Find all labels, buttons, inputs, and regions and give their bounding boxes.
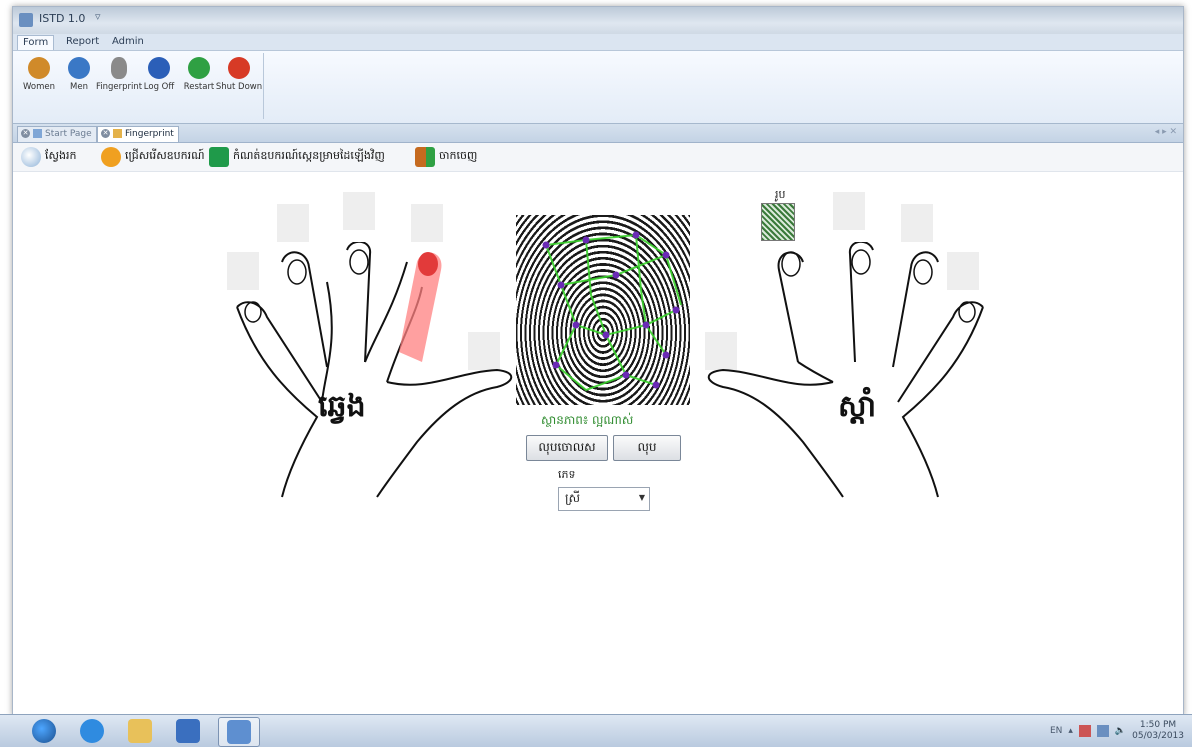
language-indicator[interactable]: EN xyxy=(1050,726,1062,736)
taskbar-explorer[interactable] xyxy=(120,717,160,745)
left-hand-illustration xyxy=(236,242,513,498)
tab-fingerprint-label: Fingerprint xyxy=(125,129,174,139)
volume-icon[interactable]: 🔈 xyxy=(1115,726,1126,736)
minutiae-overlay xyxy=(542,231,682,392)
istd-app-icon xyxy=(227,720,251,744)
tab-start-page-label: Start Page xyxy=(45,129,92,139)
chevron-down-icon: ▼ xyxy=(638,493,645,502)
gender-select[interactable]: ស្រី ▼ xyxy=(558,487,650,511)
network-icon[interactable] xyxy=(1096,725,1109,737)
ribbon-body: Women Men Fingerprint Log Off Restart Sh… xyxy=(13,51,1183,124)
left-ring-finger-slot[interactable] xyxy=(277,204,309,242)
left-middle-finger-slot[interactable] xyxy=(343,192,375,230)
app-icon xyxy=(19,13,33,27)
gender-label: ភេទ xyxy=(558,468,576,481)
tab-start-page[interactable]: ✕ Start Page xyxy=(17,126,97,142)
scan-status-text: ស្ថានភាព៖ ល្អណាស់ xyxy=(541,413,634,427)
document-tabs: ✕ Start Page ✕ Fingerprint ◂ ▸ ✕ xyxy=(13,124,1183,143)
rescan-button[interactable]: លុបចោលស xyxy=(526,435,608,461)
taskbar: EN ▴ 🔈 1:50 PM 05/03/2013 xyxy=(0,714,1192,747)
shut-down-button-label: Shut Down xyxy=(215,82,263,92)
ribbon-group-form: Women Men Fingerprint Log Off Restart Sh… xyxy=(15,53,264,119)
tray-expand-icon[interactable]: ▴ xyxy=(1068,726,1073,736)
search-button[interactable]: ស្វែងរក xyxy=(21,146,76,168)
title-bar: ISTD 1.0 ▿ xyxy=(13,7,1183,35)
refresh-icon xyxy=(101,147,121,167)
start-page-icon xyxy=(33,129,42,138)
fingerprint-icon xyxy=(111,57,127,79)
selected-fingertip-icon xyxy=(418,252,438,276)
select-device-button[interactable]: ជ្រើសរើសឧបករណ៍ xyxy=(101,146,205,168)
app-window: ISTD 1.0 ▿ Form Report Admin Women Men F… xyxy=(12,6,1184,716)
clock-date: 05/03/2013 xyxy=(1132,731,1184,741)
taskbar-ie[interactable] xyxy=(72,717,112,745)
ribbon-tab-report[interactable]: Report xyxy=(61,35,104,49)
folder-icon xyxy=(128,719,152,743)
tab-navigation[interactable]: ◂ ▸ ✕ xyxy=(1155,127,1177,137)
person-photo[interactable] xyxy=(761,203,795,241)
shut-down-button[interactable]: Shut Down xyxy=(216,57,262,92)
select-device-label: ជ្រើសរើសឧបករណ៍ xyxy=(125,149,205,162)
ribbon-tabs: Form Report Admin xyxy=(13,34,1183,51)
left-index-finger-slot[interactable] xyxy=(411,204,443,242)
reset-scanner-label: កំណត់ឧបករណ៍ស្កេនម្រាមដៃឡើងវិញ xyxy=(233,149,385,162)
windows-logo-icon xyxy=(32,719,56,743)
right-ring-finger-slot[interactable] xyxy=(901,204,933,242)
internet-explorer-icon xyxy=(80,719,104,743)
fingerprint-panel: ឆ្វេង ស្តាំ ស្ថានភាព៖ ល្អណាស់ លុបចោលស លុ… xyxy=(13,172,1183,715)
search-button-label: ស្វែងរក xyxy=(45,149,77,162)
taskbar-media-player[interactable] xyxy=(168,717,208,745)
exit-button-label: ចាកចេញ xyxy=(439,149,478,162)
woman-user-icon xyxy=(28,57,50,79)
search-icon xyxy=(21,147,41,167)
clock-time: 1:50 PM xyxy=(1139,720,1177,730)
photo-label: រូប xyxy=(775,188,786,201)
log-off-icon xyxy=(148,57,170,79)
fingerprint-tab-icon xyxy=(113,129,122,138)
reset-scanner-button[interactable]: កំណត់ឧបករណ៍ស្កេនម្រាមដៃឡើងវិញ xyxy=(209,146,385,168)
restart-icon xyxy=(188,57,210,79)
man-user-icon xyxy=(68,57,90,79)
exit-button[interactable]: ចាកចេញ xyxy=(415,146,477,168)
clock[interactable]: 1:50 PM 05/03/2013 xyxy=(1132,720,1184,742)
reset-icon xyxy=(209,147,229,167)
fingerprint-scan-image xyxy=(516,215,690,405)
toolbar: ស្វែងរក ជ្រើសរើសឧបករណ៍ កំណត់ឧបករណ៍ស្កេនម… xyxy=(13,143,1183,172)
window-title: ISTD 1.0 xyxy=(39,12,86,25)
ribbon-tab-form[interactable]: Form xyxy=(17,35,55,50)
taskbar-istd-app[interactable] xyxy=(218,717,260,747)
right-hand-illustration xyxy=(707,242,984,498)
flag-icon[interactable] xyxy=(1078,725,1091,737)
media-player-icon xyxy=(176,719,200,743)
exit-icon xyxy=(415,147,435,167)
ribbon-tab-admin[interactable]: Admin xyxy=(107,35,149,49)
start-button[interactable] xyxy=(24,717,64,745)
left-hand-label: ឆ្វេង xyxy=(318,389,366,424)
close-tab-icon[interactable]: ✕ xyxy=(101,129,110,138)
system-tray: EN ▴ 🔈 1:50 PM 05/03/2013 xyxy=(1050,719,1184,743)
tab-fingerprint[interactable]: ✕ Fingerprint xyxy=(97,126,179,142)
delete-button[interactable]: លុប xyxy=(613,435,681,461)
right-hand-label: ស្តាំ xyxy=(838,389,877,424)
right-middle-finger-slot[interactable] xyxy=(833,192,865,230)
quick-access-dropdown-icon[interactable]: ▿ xyxy=(95,10,101,23)
close-tab-icon[interactable]: ✕ xyxy=(21,129,30,138)
gender-select-value: ស្រី xyxy=(565,491,580,505)
power-icon xyxy=(228,57,250,79)
